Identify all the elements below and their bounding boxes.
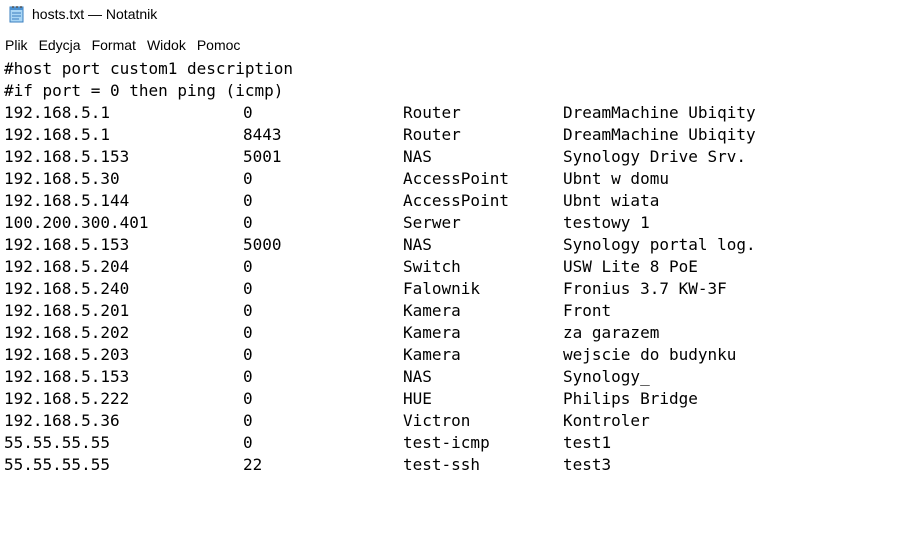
- menu-bar: Plik Edycja Format Widok Pomoc: [0, 34, 911, 56]
- host-line: 192.168.5.144 0 AccessPoint Ubnt wiata: [4, 190, 909, 212]
- host-line: 192.168.5.240 0 Falownik Fronius 3.7 KW-3F: [4, 278, 909, 300]
- custom-cell: test-ssh: [403, 455, 481, 474]
- custom-cell: Switch: [403, 257, 461, 276]
- port-cell: 0: [243, 323, 253, 342]
- port-cell: 22: [243, 455, 263, 474]
- custom-cell: AccessPoint: [403, 191, 509, 210]
- host-cell: 192.168.5.222: [4, 389, 130, 408]
- custom-cell: Kamera: [403, 345, 461, 364]
- description-cell: Synology portal log.: [563, 235, 756, 254]
- port-cell: 0: [243, 103, 253, 122]
- port-cell: 0: [243, 301, 253, 320]
- description-cell: test1: [563, 433, 612, 452]
- host-line: 192.168.5.222 0 HUE Philips Bridge: [4, 388, 909, 410]
- comment-line: #if port = 0 then ping (icmp): [4, 81, 284, 100]
- notepad-icon: [9, 6, 24, 23]
- host-line: 192.168.5.201 0 Kamera Front: [4, 300, 909, 322]
- custom-cell: NAS: [403, 235, 432, 254]
- description-cell: Front: [563, 301, 612, 320]
- host-cell: 192.168.5.240: [4, 279, 130, 298]
- description-cell: DreamMachine Ubiqity: [563, 103, 756, 122]
- host-line: 192.168.5.36 0 Victron Kontroler: [4, 410, 909, 432]
- host-line: 192.168.5.30 0 AccessPoint Ubnt w domu: [4, 168, 909, 190]
- description-cell: wejscie do budynku: [563, 345, 737, 364]
- host-cell: 192.168.5.201: [4, 301, 130, 320]
- custom-cell: NAS: [403, 147, 432, 166]
- host-line: 192.168.5.153 5001 NAS Synology Drive Srv.: [4, 146, 909, 168]
- description-cell: za garazem: [563, 323, 660, 342]
- host-cell: 192.168.5.36: [4, 411, 120, 430]
- port-cell: 0: [243, 169, 253, 188]
- description-cell: Ubnt w domu: [563, 169, 669, 188]
- description-cell: Fronius 3.7 KW-3F: [563, 279, 727, 298]
- custom-cell: test-icmp: [403, 433, 490, 452]
- description-cell: Synology_: [563, 367, 650, 386]
- custom-cell: Router: [403, 103, 461, 122]
- custom-cell: Serwer: [403, 213, 461, 232]
- host-line: 192.168.5.204 0 Switch USW Lite 8 PoE: [4, 256, 909, 278]
- host-cell: 55.55.55.55: [4, 433, 110, 452]
- port-cell: 5000: [243, 235, 282, 254]
- description-cell: Synology Drive Srv.: [563, 147, 747, 166]
- host-cell: 192.168.5.153: [4, 235, 130, 254]
- host-line: 192.168.5.1 8443 Router DreamMachine Ubiqit…: [4, 124, 909, 146]
- host-line: 55.55.55.55 0 test-icmp test1: [4, 432, 909, 454]
- custom-cell: Kamera: [403, 323, 461, 342]
- port-cell: 0: [243, 389, 253, 408]
- menu-help[interactable]: Pomoc: [192, 37, 247, 53]
- description-cell: DreamMachine Ubiqity: [563, 125, 756, 144]
- custom-cell: Kamera: [403, 301, 461, 320]
- custom-cell: Router: [403, 125, 461, 144]
- host-line: 192.168.5.153 0 NAS Synology_: [4, 366, 909, 388]
- description-cell: USW Lite 8 PoE: [563, 257, 698, 276]
- host-cell: 192.168.5.153: [4, 147, 130, 166]
- comment-line: #host port custom1 description: [4, 59, 293, 78]
- title-bar[interactable]: hosts.txt — Notatnik: [0, 0, 911, 30]
- port-cell: 0: [243, 433, 253, 452]
- host-cell: 192.168.5.204: [4, 257, 130, 276]
- description-cell: Kontroler: [563, 411, 650, 430]
- description-cell: Ubnt wiata: [563, 191, 660, 210]
- custom-cell: Falownik: [403, 279, 481, 298]
- host-line: 192.168.5.203 0 Kamera wejscie do budynku: [4, 344, 909, 366]
- port-cell: 0: [243, 257, 253, 276]
- custom-cell: NAS: [403, 367, 432, 386]
- menu-edit[interactable]: Edycja: [34, 37, 87, 53]
- description-cell: testowy 1: [563, 213, 650, 232]
- host-cell: 192.168.5.1: [4, 103, 110, 122]
- host-cell: 192.168.5.1: [4, 125, 110, 144]
- host-cell: 192.168.5.153: [4, 367, 130, 386]
- port-cell: 0: [243, 367, 253, 386]
- description-cell: Philips Bridge: [563, 389, 698, 408]
- host-line: 192.168.5.1 0 Router DreamMachine Ubiqity: [4, 102, 909, 124]
- host-cell: 192.168.5.144: [4, 191, 130, 210]
- port-cell: 0: [243, 279, 253, 298]
- menu-view[interactable]: Widok: [142, 37, 192, 53]
- host-line: 55.55.55.55 22 test-ssh test3: [4, 454, 909, 476]
- host-cell: 55.55.55.55: [4, 455, 110, 474]
- window-title: hosts.txt — Notatnik: [32, 6, 158, 22]
- custom-cell: HUE: [403, 389, 432, 408]
- port-cell: 0: [243, 345, 253, 364]
- port-cell: 0: [243, 411, 253, 430]
- host-cell: 192.168.5.203: [4, 345, 130, 364]
- host-line: 192.168.5.202 0 Kamera za garazem: [4, 322, 909, 344]
- description-cell: test3: [563, 455, 612, 474]
- host-cell: 192.168.5.30: [4, 169, 120, 188]
- port-cell: 0: [243, 191, 253, 210]
- host-line: 100.200.300.401 0 Serwer testowy 1: [4, 212, 909, 234]
- menu-format[interactable]: Format: [87, 37, 142, 53]
- custom-cell: AccessPoint: [403, 169, 509, 188]
- port-cell: 5001: [243, 147, 282, 166]
- menu-file[interactable]: Plik: [0, 37, 34, 53]
- port-cell: 8443: [243, 125, 282, 144]
- host-line: 192.168.5.153 5000 NAS Synology portal log.: [4, 234, 909, 256]
- text-editor[interactable]: #host port custom1 description #if port =…: [4, 58, 909, 534]
- host-cell: 100.200.300.401: [4, 213, 149, 232]
- port-cell: 0: [243, 213, 253, 232]
- host-cell: 192.168.5.202: [4, 323, 130, 342]
- custom-cell: Victron: [403, 411, 471, 430]
